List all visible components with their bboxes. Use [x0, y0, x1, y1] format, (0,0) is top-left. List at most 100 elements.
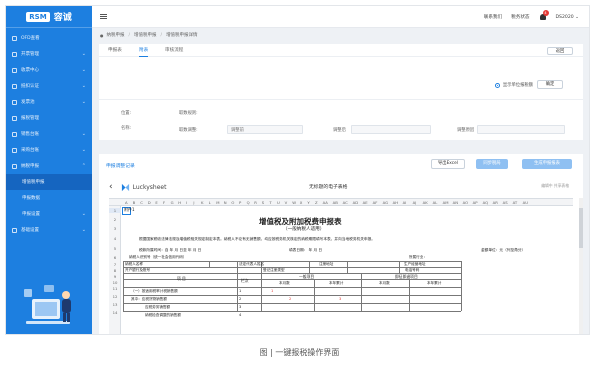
- column-label[interactable]: O: [231, 199, 234, 206]
- column-label[interactable]: G: [171, 199, 174, 206]
- sidebar-item[interactable]: 收票中心 ⌄: [6, 62, 92, 78]
- spreadsheet[interactable]: A B C D E F G H I J K L M N O P Q R S T U V W X Y Z AA AB AC AD AE AF AG…: [109, 198, 573, 334]
- column-label[interactable]: P: [239, 199, 241, 206]
- column-label[interactable]: AR: [493, 199, 498, 206]
- radio-icon[interactable]: [494, 82, 500, 88]
- column-label[interactable]: AI: [403, 199, 407, 206]
- contact-link[interactable]: 联系我们: [484, 14, 502, 20]
- column-label[interactable]: X: [300, 199, 303, 206]
- column-label[interactable]: AD: [353, 199, 359, 206]
- column-label[interactable]: AS: [503, 199, 508, 206]
- column-label[interactable]: AA: [323, 199, 328, 206]
- column-label[interactable]: B: [133, 199, 136, 206]
- sidebar-item[interactable]: OFD查看: [6, 30, 92, 46]
- sidebar-item[interactable]: 报税管理: [6, 110, 92, 126]
- generate-report-button[interactable]: 生成申报报表: [522, 159, 572, 169]
- tab-declaration[interactable]: 申报表: [108, 44, 122, 57]
- column-label[interactable]: C: [140, 199, 143, 206]
- column-label[interactable]: A: [125, 199, 128, 206]
- breadcrumb-item[interactable]: 纳税申报: [107, 32, 125, 38]
- tax-status-link[interactable]: 税务状态: [511, 14, 529, 20]
- column-label[interactable]: J: [193, 199, 194, 206]
- row-label[interactable]: 14: [109, 310, 121, 315]
- breadcrumb-item[interactable]: 增值税申报: [134, 32, 157, 38]
- column-label[interactable]: Y: [307, 199, 309, 206]
- column-label[interactable]: AL: [433, 199, 438, 206]
- row-label[interactable]: 6: [109, 255, 121, 260]
- column-label[interactable]: V: [285, 199, 288, 206]
- back-arrow-icon[interactable]: ‹: [109, 182, 113, 192]
- column-label[interactable]: AG: [383, 199, 388, 206]
- tab-attachment[interactable]: 附表: [139, 44, 149, 57]
- row-label[interactable]: 12: [109, 294, 121, 299]
- sidebar-item[interactable]: 发票池 ⌄: [6, 94, 92, 110]
- column-label[interactable]: AJ: [413, 199, 417, 206]
- row-label[interactable]: 5: [109, 246, 121, 251]
- confirm-button[interactable]: 确定: [537, 80, 563, 89]
- sidebar-item[interactable]: 纳税申报 ⌃: [6, 158, 92, 174]
- row-label[interactable]: 7: [109, 262, 121, 267]
- row-label[interactable]: 11: [109, 286, 121, 291]
- column-label[interactable]: AM: [443, 199, 449, 206]
- adjust-before-input[interactable]: [227, 125, 303, 134]
- column-label[interactable]: H: [178, 199, 181, 206]
- column-label[interactable]: R: [254, 199, 257, 206]
- row-label[interactable]: 10: [109, 280, 121, 285]
- column-label[interactable]: AE: [363, 199, 368, 206]
- column-label[interactable]: W: [292, 199, 296, 206]
- row-label[interactable]: 4: [109, 236, 121, 241]
- column-label[interactable]: AN: [453, 199, 458, 206]
- column-label[interactable]: M: [216, 199, 219, 206]
- column-label[interactable]: AC: [343, 199, 348, 206]
- menu-toggle-icon[interactable]: [100, 13, 107, 21]
- row-label[interactable]: 13: [109, 302, 121, 307]
- sync-tax-bureau-button[interactable]: 同步税局: [476, 159, 508, 169]
- column-label[interactable]: U: [277, 199, 280, 206]
- adjust-reason-input[interactable]: [477, 125, 565, 134]
- sidebar-item[interactable]: 申报设置 ⌄: [6, 206, 92, 222]
- sidebar-item[interactable]: 基础设置 ⌄: [6, 222, 92, 238]
- document-title[interactable]: 无标题的电子表格: [309, 183, 347, 190]
- column-label[interactable]: Z: [315, 199, 318, 206]
- column-label[interactable]: AO: [463, 199, 469, 206]
- column-label[interactable]: N: [224, 199, 227, 206]
- adjust-record-link[interactable]: 申报调整记录: [106, 162, 135, 169]
- column-label[interactable]: AF: [373, 199, 378, 206]
- column-label[interactable]: I: [186, 199, 187, 206]
- row-label[interactable]: 2: [109, 217, 121, 222]
- column-label[interactable]: T: [269, 199, 271, 206]
- row-label[interactable]: 3: [109, 226, 121, 231]
- display-option[interactable]: 显示单位报税额: [494, 82, 533, 88]
- sidebar-item[interactable]: 采购台账 ⌄: [6, 142, 92, 158]
- location-icon: ●: [100, 32, 104, 38]
- vertical-scrollbar[interactable]: [579, 198, 583, 334]
- export-excel-button[interactable]: 导出Excel: [431, 159, 465, 169]
- sidebar-item[interactable]: 开票管理 ⌄: [6, 46, 92, 62]
- column-label[interactable]: AT: [513, 199, 518, 206]
- column-label[interactable]: F: [163, 199, 165, 206]
- row-label[interactable]: 1: [109, 208, 121, 213]
- column-label[interactable]: K: [201, 199, 204, 206]
- column-label[interactable]: AP: [473, 199, 478, 206]
- column-label[interactable]: AU: [523, 199, 528, 206]
- sidebar-item[interactable]: 增值税申报: [6, 174, 92, 190]
- column-label[interactable]: AQ: [483, 199, 489, 206]
- column-label[interactable]: E: [155, 199, 157, 206]
- adjust-after-input[interactable]: [351, 125, 431, 134]
- column-label[interactable]: S: [262, 199, 264, 206]
- sidebar-item[interactable]: 抵扣认证 ⌄: [6, 78, 92, 94]
- user-menu[interactable]: DS2020 ⌄: [556, 15, 579, 20]
- column-label[interactable]: AK: [423, 199, 428, 206]
- sidebar-item[interactable]: 申报数据: [6, 190, 92, 206]
- sidebar-item[interactable]: 销售台账 ⌄: [6, 126, 92, 142]
- column-label[interactable]: L: [209, 199, 211, 206]
- column-label[interactable]: Q: [247, 199, 250, 206]
- row-label[interactable]: 9: [109, 274, 121, 279]
- column-label[interactable]: D: [148, 199, 151, 206]
- return-button[interactable]: 返回: [547, 47, 573, 55]
- column-label[interactable]: AH: [393, 199, 398, 206]
- bell-icon[interactable]: 4: [539, 10, 549, 21]
- row-label[interactable]: 8: [109, 268, 121, 273]
- tab-review-flow[interactable]: 审核流程: [165, 44, 183, 57]
- column-label[interactable]: AB: [333, 199, 338, 206]
